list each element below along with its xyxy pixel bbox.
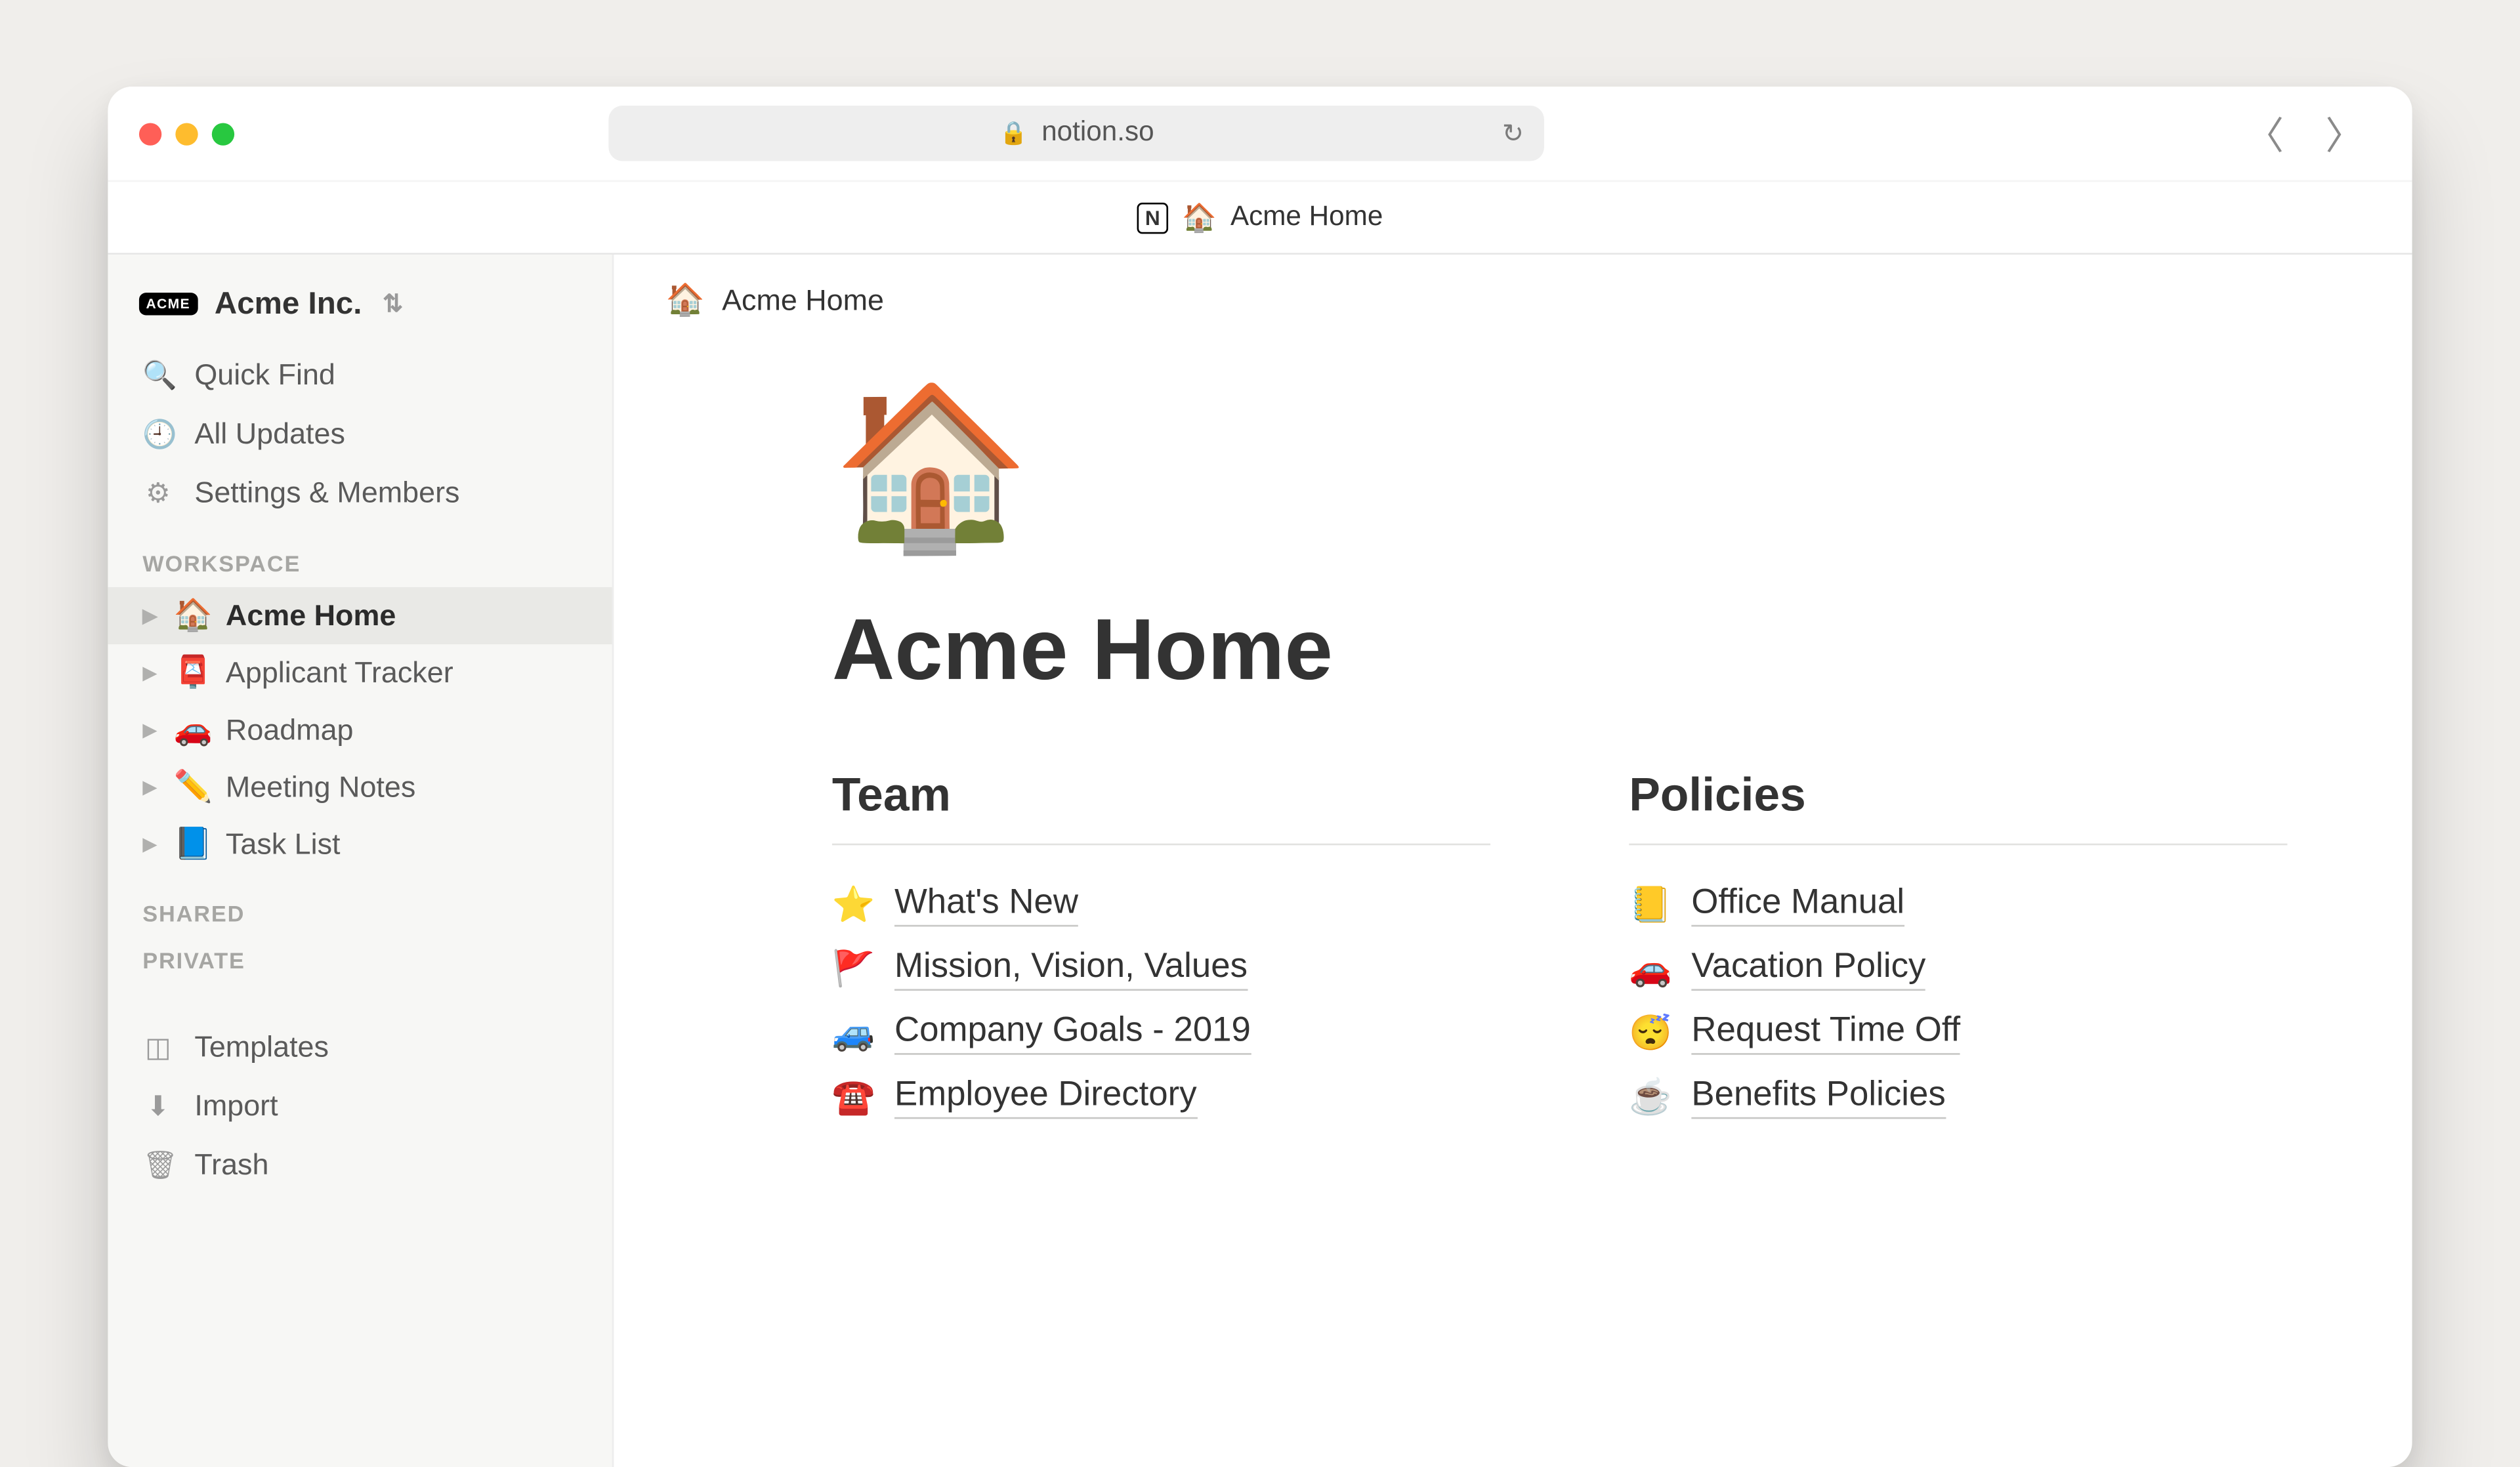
notion-logo-icon: N: [1137, 202, 1169, 234]
templates-icon: ◫: [142, 1031, 174, 1065]
templates-button[interactable]: ◫ Templates: [108, 1018, 612, 1077]
util-label: Import: [194, 1090, 278, 1125]
page-hero-icon[interactable]: 🏠: [832, 388, 2343, 547]
clock-icon: 🕘: [142, 417, 174, 452]
section-shared: SHARED: [108, 873, 612, 938]
link-label: Benefits Policies: [1691, 1075, 1945, 1119]
sidebar-page-label: Acme Home: [226, 598, 396, 633]
section-private: PRIVATE: [108, 937, 612, 983]
policies-heading: Policies: [1629, 769, 2287, 845]
back-button[interactable]: 〈: [2246, 106, 2284, 161]
sidebar-page-meeting-notes[interactable]: ▶ ✏️ Meeting Notes: [108, 758, 612, 816]
caret-right-icon[interactable]: ▶: [142, 661, 159, 684]
zoom-window-button[interactable]: [212, 122, 234, 144]
workspace-badge-icon: ACME: [139, 293, 198, 315]
browser-chrome: 🔒 notion.so ↻ 〈 〉: [108, 87, 2412, 182]
house-icon: 🏠: [174, 598, 212, 634]
page-content: 🏠 Acme Home 🏠 Acme Home Team ⭐ What's Ne…: [614, 255, 2412, 1467]
section-workspace: WORKSPACE: [108, 523, 612, 587]
link-company-goals[interactable]: 🚙 Company Goals - 2019: [832, 1001, 1490, 1065]
gear-icon: ⚙: [142, 476, 174, 511]
sidebar-page-task-list[interactable]: ▶ 📘 Task List: [108, 816, 612, 873]
nav-label: Settings & Members: [194, 476, 459, 511]
link-label: What's New: [894, 883, 1078, 926]
sidebar-page-applicant-tracker[interactable]: ▶ 📮 Applicant Tracker: [108, 644, 612, 701]
caret-right-icon[interactable]: ▶: [142, 719, 159, 741]
link-label: Company Goals - 2019: [894, 1012, 1251, 1055]
search-icon: 🔍: [142, 358, 174, 393]
sidebar-page-label: Task List: [226, 827, 341, 862]
pencil-icon: ✏️: [174, 769, 212, 805]
trash-icon: 🗑: [142, 1148, 174, 1183]
notebook-icon: 📘: [174, 826, 212, 862]
sidebar-page-label: Meeting Notes: [226, 770, 415, 804]
link-benefits-policies[interactable]: ☕ Benefits Policies: [1629, 1065, 2287, 1130]
url-host: notion.so: [1041, 118, 1154, 150]
trash-button[interactable]: 🗑 Trash: [108, 1136, 612, 1195]
close-window-button[interactable]: [139, 122, 161, 144]
import-button[interactable]: ⬇ Import: [108, 1077, 612, 1136]
team-column: Team ⭐ What's New 🚩 Mission, Vision, Val…: [832, 769, 1490, 1129]
car-icon: 🚗: [174, 712, 212, 748]
breadcrumb[interactable]: 🏠 Acme Home: [665, 282, 2343, 318]
caret-right-icon[interactable]: ▶: [142, 776, 159, 798]
sleeping-face-icon: 😴: [1629, 1012, 1670, 1055]
util-label: Trash: [194, 1148, 268, 1183]
tab-emoji: 🏠: [1182, 200, 1217, 235]
page-title[interactable]: Acme Home: [832, 599, 2343, 699]
forward-button[interactable]: 〉: [2325, 106, 2363, 161]
link-whats-new[interactable]: ⭐ What's New: [832, 873, 1490, 938]
link-request-time-off[interactable]: 😴 Request Time Off: [1629, 1001, 2287, 1065]
sidebar: ACME Acme Inc. ⇅ 🔍 Quick Find 🕘 All Upda…: [108, 255, 614, 1467]
all-updates-button[interactable]: 🕘 All Updates: [108, 405, 612, 465]
phone-icon: ☎️: [832, 1075, 873, 1119]
sidebar-page-label: Roadmap: [226, 713, 354, 747]
caret-right-icon[interactable]: ▶: [142, 833, 159, 856]
link-mission-vision-values[interactable]: 🚩 Mission, Vision, Values: [832, 937, 1490, 1001]
sidebar-page-acme-home[interactable]: ▶ 🏠 Acme Home: [108, 587, 612, 644]
lock-icon: 🔒: [999, 119, 1028, 147]
mailbox-icon: 📮: [174, 655, 212, 691]
link-office-manual[interactable]: 📒 Office Manual: [1629, 873, 2287, 938]
link-label: Request Time Off: [1691, 1012, 1960, 1055]
sidebar-page-roadmap[interactable]: ▶ 🚗 Roadmap: [108, 701, 612, 758]
nav-arrows: 〈 〉: [2246, 106, 2364, 161]
sidebar-page-label: Applicant Tracker: [226, 655, 453, 690]
link-vacation-policy[interactable]: 🚗 Vacation Policy: [1629, 937, 2287, 1001]
link-label: Vacation Policy: [1691, 947, 1925, 991]
link-employee-directory[interactable]: ☎️ Employee Directory: [832, 1065, 1490, 1130]
car-icon: 🚗: [1629, 947, 1670, 991]
minimize-window-button[interactable]: [175, 122, 198, 144]
settings-members-button[interactable]: ⚙ Settings & Members: [108, 465, 612, 524]
link-label: Employee Directory: [894, 1075, 1197, 1119]
coffee-icon: ☕: [1629, 1075, 1670, 1119]
car-icon: 🚙: [832, 1012, 873, 1055]
workspace-picker[interactable]: ACME Acme Inc. ⇅: [108, 276, 612, 346]
quick-find-button[interactable]: 🔍 Quick Find: [108, 346, 612, 405]
link-label: Mission, Vision, Values: [894, 947, 1248, 991]
browser-window: 🔒 notion.so ↻ 〈 〉 N 🏠 Acme Home ACME Acm…: [108, 87, 2412, 1467]
workspace-name: Acme Inc.: [215, 286, 362, 322]
download-icon: ⬇: [142, 1090, 174, 1125]
nav-label: Quick Find: [194, 358, 335, 393]
ledger-icon: 📒: [1629, 883, 1670, 926]
window-controls: [139, 122, 234, 144]
team-heading: Team: [832, 769, 1490, 845]
breadcrumb-title: Acme Home: [722, 283, 884, 318]
tab-strip: N 🏠 Acme Home: [108, 182, 2412, 255]
util-label: Templates: [194, 1031, 329, 1065]
caret-right-icon[interactable]: ▶: [142, 604, 159, 627]
flag-icon: 🚩: [832, 947, 873, 991]
policies-column: Policies 📒 Office Manual 🚗 Vacation Poli…: [1629, 769, 2287, 1129]
nav-label: All Updates: [194, 417, 345, 452]
refresh-icon[interactable]: ↻: [1502, 118, 1524, 150]
star-icon: ⭐: [832, 883, 873, 926]
url-bar[interactable]: 🔒 notion.so ↻: [609, 106, 1545, 161]
house-icon: 🏠: [665, 282, 704, 318]
tab-title: Acme Home: [1230, 202, 1383, 234]
link-label: Office Manual: [1691, 883, 1904, 926]
chevrons-up-down-icon: ⇅: [383, 289, 403, 319]
